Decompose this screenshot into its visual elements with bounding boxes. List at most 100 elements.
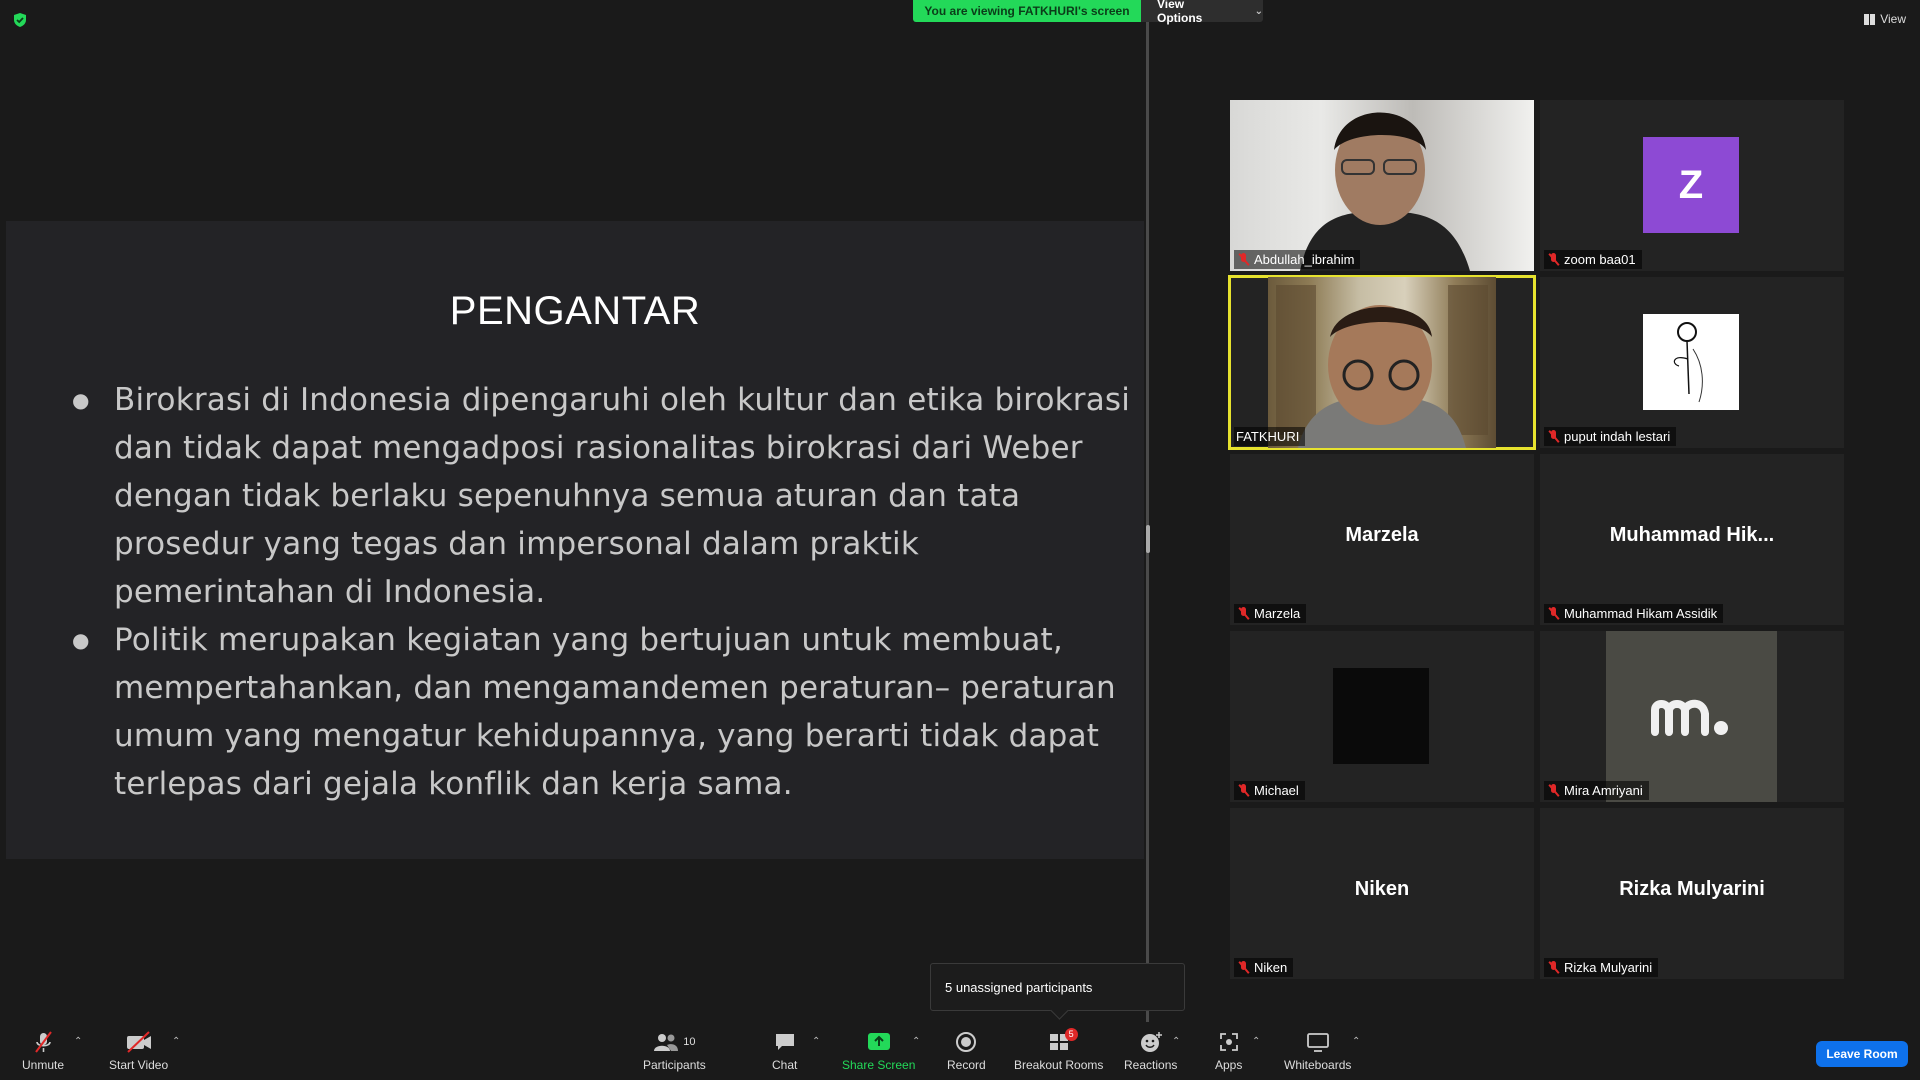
participant-name: puput indah lestari [1564,429,1671,444]
whiteboards-label: Whiteboards [1284,1058,1352,1072]
video-off-icon [125,1030,153,1054]
muted-mic-icon [1548,430,1559,443]
muted-mic-icon [31,1030,55,1054]
participant-nameplate: Marzela [1234,604,1307,623]
breakout-rooms-label: Breakout Rooms [1014,1058,1104,1072]
record-label: Record [947,1058,986,1072]
view-grid-icon [1864,13,1876,25]
participant-nameplate: Niken [1234,958,1294,977]
breakout-tooltip: 5 unassigned participants [930,963,1185,1011]
participants-icon: 10 [653,1030,695,1054]
share-options-caret-icon[interactable]: ⌃ [912,1036,920,1047]
muted-mic-icon [1238,784,1249,797]
chat-button[interactable]: Chat [772,1030,797,1072]
participant-tile-zoom-baa01[interactable]: Z zoom baa01 [1540,100,1844,271]
apps-label: Apps [1215,1058,1243,1072]
participant-tile-puput[interactable]: puput indah lestari [1540,277,1844,448]
unmute-button[interactable]: Unmute [22,1030,64,1072]
chat-options-caret-icon[interactable]: ⌃ [812,1036,820,1047]
breakout-rooms-button[interactable]: 5 Breakout Rooms [1014,1028,1104,1072]
leave-room-button[interactable]: Leave Room [1816,1041,1908,1067]
participant-nameplate: Muhammad Hikam Assidik [1544,604,1724,623]
avatar: Z [1643,137,1739,233]
participant-name: FATKHURI [1236,429,1300,444]
muted-mic-icon [1548,253,1559,266]
participant-name: Michael [1254,783,1299,798]
share-screen-icon [867,1030,891,1054]
view-options-dropdown[interactable]: View Options ⌄ [1141,0,1263,25]
participant-tile-mira[interactable]: Mira Amriyani [1540,631,1844,802]
slide-bullet-list: Birokrasi di Indonesia dipengaruhi oleh … [72,376,1132,808]
participant-nameplate: puput indah lestari [1544,427,1677,446]
participant-tile-rizka[interactable]: Rizka Mulyarini Rizka Mulyarini [1540,808,1844,979]
chat-label: Chat [772,1058,798,1072]
record-icon [955,1030,977,1054]
reactions-button[interactable]: Reactions [1124,1030,1177,1072]
view-options-label: View Options [1157,0,1203,25]
apps-button[interactable]: Apps [1215,1030,1242,1072]
slide-bullet: Politik merupakan kegiatan yang bertujua… [72,616,1132,808]
reactions-label: Reactions [1124,1058,1178,1072]
shared-screen: PENGANTAR Birokrasi di Indonesia dipenga… [6,221,1144,859]
participant-tile-niken[interactable]: Niken Niken [1230,808,1534,979]
participant-tile-marzela[interactable]: Marzela Marzela [1230,454,1534,625]
participant-video [1268,277,1496,448]
participants-label: Participants [643,1058,706,1072]
participant-name: zoom baa01 [1564,252,1636,267]
apps-options-caret-icon[interactable]: ⌃ [1252,1036,1260,1047]
record-button[interactable]: Record [947,1030,986,1072]
avatar [1643,314,1739,410]
participant-display-name: Rizka Mulyarini [1619,878,1765,900]
participant-tile-fatkhuri[interactable]: FATKHURI [1228,275,1536,450]
share-screen-label: Share Screen [842,1058,916,1072]
zoom-meeting-window: You are viewing FATKHURI's screen View O… [0,0,1920,1080]
split-resize-handle[interactable] [1146,525,1150,553]
participant-tile-muhammad[interactable]: Muhammad Hik... Muhammad Hikam Assidik [1540,454,1844,625]
audio-options-caret-icon[interactable]: ⌃ [74,1036,82,1047]
muted-mic-icon [1238,253,1249,266]
muted-mic-icon [1548,607,1559,620]
start-video-button[interactable]: Start Video [109,1030,168,1072]
participant-name: Rizka Mulyarini [1564,960,1653,975]
whiteboard-icon [1306,1030,1330,1054]
muted-mic-icon [1548,784,1559,797]
participant-name: Abdullah_ibrahim [1254,252,1355,267]
slide-title: PENGANTAR [449,289,701,333]
avatar [1333,668,1429,764]
participant-tile-abdullah[interactable]: Abdullah_ibrahim [1230,100,1534,271]
participant-name: Niken [1254,960,1288,975]
participant-nameplate: Abdullah_ibrahim [1234,250,1361,269]
chevron-down-icon: ⌄ [1254,5,1263,17]
view-button[interactable]: View [1864,12,1906,26]
viewing-screen-banner: You are viewing FATKHURI's screen [913,0,1141,22]
video-options-caret-icon[interactable]: ⌃ [172,1036,180,1047]
share-screen-button[interactable]: Share Screen [842,1030,915,1072]
participant-name: Muhammad Hikam Assidik [1564,606,1718,621]
participant-tile-michael[interactable]: Michael [1230,631,1534,802]
participant-display-name: Niken [1354,878,1410,900]
view-label: View [1880,12,1906,26]
participant-name: Mira Amriyani [1564,783,1643,798]
breakout-badge: 5 [1064,1028,1078,1041]
muted-mic-icon [1548,961,1559,974]
whiteboards-button[interactable]: Whiteboards [1284,1030,1351,1072]
participant-video [1230,100,1534,271]
reactions-options-caret-icon[interactable]: ⌃ [1172,1036,1180,1047]
breakout-rooms-icon: 5 [1048,1028,1078,1054]
slide-bullet: Birokrasi di Indonesia dipengaruhi oleh … [72,376,1132,616]
participants-count: 10 [683,1036,696,1048]
participant-name: Marzela [1254,606,1301,621]
unmute-label: Unmute [22,1058,65,1072]
meeting-toolbar: Unmute ⌃ Start Video ⌃ 10 Participants C… [0,1022,1920,1080]
participant-display-name: Marzela [1345,524,1419,546]
chat-icon [774,1030,796,1054]
participants-button[interactable]: 10 Participants [643,1030,706,1072]
muted-mic-icon [1238,961,1249,974]
whiteboards-options-caret-icon[interactable]: ⌃ [1352,1036,1360,1047]
participant-nameplate: Mira Amriyani [1544,781,1649,800]
participant-nameplate: zoom baa01 [1544,250,1642,269]
participant-nameplate: FATKHURI [1234,427,1306,446]
avatar [1606,631,1777,802]
shield-icon[interactable] [12,12,28,28]
participant-nameplate: Michael [1234,781,1305,800]
